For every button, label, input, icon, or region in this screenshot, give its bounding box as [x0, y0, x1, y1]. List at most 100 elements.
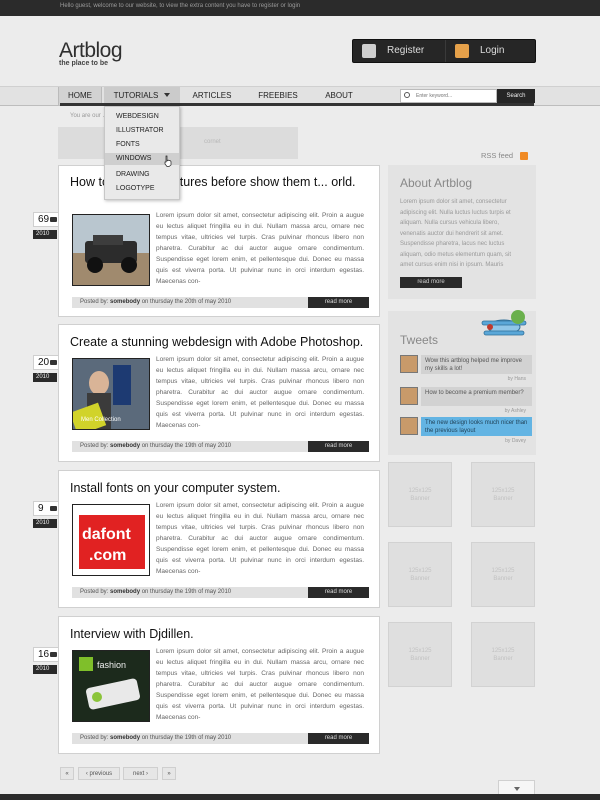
post-footer: Posted by: somebody on thursday the 19th…: [72, 441, 369, 452]
post-footer: Posted by: somebody on thursday the 19th…: [72, 733, 369, 744]
banner-size: 125x125: [491, 648, 515, 654]
post-date-text: on thursday the 19th of may 2010: [141, 443, 232, 449]
logo-title: Artblog: [59, 39, 123, 62]
avatar[interactable]: [400, 387, 418, 405]
post-thumbnail[interactable]: dafont .com: [72, 504, 150, 576]
post-meta: Posted by: somebody on thursday the 20th…: [80, 299, 231, 305]
post-thumbnail[interactable]: [72, 214, 150, 286]
banner-size: 125x125: [408, 648, 432, 654]
post-date: 16 2010: [33, 647, 61, 674]
dropdown-item-fonts[interactable]: FONTS: [105, 139, 179, 151]
logo[interactable]: Artblog the place to be: [59, 39, 123, 68]
comments-icon: [50, 217, 57, 222]
search-icon: [404, 92, 410, 98]
search-button[interactable]: Search: [497, 89, 535, 103]
dropdown-item-logotype[interactable]: LOGOTYPE: [105, 183, 179, 195]
about-widget: About Artblog Lorem ipsum dolor sit amet…: [388, 165, 536, 299]
jeep-image: [73, 215, 149, 285]
post-excerpt: Lorem ipsum dolor sit amet, consectetur …: [156, 356, 364, 429]
post-thumbnail[interactable]: Men Collection: [72, 358, 150, 430]
login-users-icon: [455, 44, 469, 58]
post-author[interactable]: somebody: [110, 299, 140, 305]
read-more-button[interactable]: read more: [308, 733, 369, 744]
chevron-down-icon: [164, 93, 171, 97]
dropdown-item-illustrator[interactable]: ILLUSTRATOR: [105, 125, 179, 137]
read-more-button[interactable]: read more: [308, 441, 369, 452]
register-icon: [362, 44, 376, 58]
tweets-title: Tweets: [400, 333, 439, 347]
banner-size: 125x125: [491, 488, 515, 494]
banner-ad[interactable]: 125x125 Banner: [388, 462, 452, 527]
post-thumbnail[interactable]: fashion: [72, 650, 150, 722]
login-button[interactable]: Login: [445, 40, 537, 62]
banner-ad[interactable]: 125x125 Banner: [471, 622, 535, 687]
register-button[interactable]: Register: [353, 40, 445, 62]
post-date: 69 2010: [33, 212, 61, 239]
banner-ad[interactable]: 125x125 Banner: [388, 622, 452, 687]
post-title[interactable]: Create a stunning webdesign with Adobe P…: [70, 335, 370, 350]
top-bar: Hello guest, welcome to our website, to …: [0, 0, 600, 16]
thumb-label: Men Collection: [81, 417, 121, 423]
post-day-number: 16: [38, 649, 50, 660]
dropdown-item-drawing[interactable]: DRAWING: [105, 169, 179, 181]
post-excerpt: Lorem ipsum dolor sit amet, consectetur …: [156, 648, 364, 721]
banner-ad[interactable]: 125x125 Banner: [388, 542, 452, 607]
post-title[interactable]: Interview with Djdillen.: [70, 627, 370, 642]
thumb-label: fashion: [97, 660, 126, 670]
first-page-button[interactable]: «: [60, 767, 74, 780]
post-card: Create a stunning webdesign with Adobe P…: [58, 324, 380, 462]
post-day-number: 20: [38, 357, 50, 368]
airplane-icon: [481, 310, 527, 336]
avatar[interactable]: [400, 355, 418, 373]
post-title[interactable]: Install fonts on your computer system.: [70, 481, 370, 496]
about-title: About Artblog: [400, 176, 473, 190]
post-author[interactable]: somebody: [110, 589, 140, 595]
banner-ad[interactable]: 125x125 Banner: [471, 462, 535, 527]
banner-size: 125x125: [491, 568, 515, 574]
avatar[interactable]: [400, 417, 418, 435]
tweet-author[interactable]: by Davey: [505, 438, 526, 444]
tweet-text: Wow this artblog helped me improve my sk…: [421, 355, 532, 374]
post-day-number: 9: [38, 503, 44, 514]
post-day: 9: [33, 501, 61, 516]
tweet-item: The new design looks much nicer than the…: [400, 417, 532, 447]
banner-label: Banner: [410, 656, 430, 662]
thumb-line1: dafont: [82, 526, 132, 543]
post-year: 2010: [33, 373, 57, 382]
post-date-text: on thursday the 19th of may 2010: [141, 589, 232, 595]
rss-feed-link[interactable]: RSS feed: [481, 151, 513, 160]
chevron-down-icon: [514, 787, 520, 791]
post-date-text: on thursday the 19th of may 2010: [141, 735, 232, 741]
user-box: Register Login: [352, 39, 536, 63]
search-input[interactable]: [400, 89, 497, 103]
fashion-image: fashion: [73, 651, 149, 721]
post-day-number: 69: [38, 214, 50, 225]
tweet-author[interactable]: by Hans: [508, 376, 526, 382]
banner-ad[interactable]: 125x125 Banner: [471, 542, 535, 607]
tweet-author[interactable]: by Ashley: [505, 408, 526, 414]
comments-icon: [50, 506, 57, 511]
thumb-line2: .com: [89, 547, 126, 564]
post-author[interactable]: somebody: [110, 443, 140, 449]
post-meta: Posted by: somebody on thursday the 19th…: [80, 735, 231, 741]
read-more-button[interactable]: read more: [308, 587, 369, 598]
post-footer: Posted by: somebody on thursday the 19th…: [72, 587, 369, 598]
post-date-text: on thursday the 20th of may 2010: [141, 299, 232, 305]
posted-by-label: Posted by:: [80, 589, 109, 595]
rss-icon[interactable]: [520, 152, 528, 160]
read-more-button[interactable]: read more: [308, 297, 369, 308]
post-meta: Posted by: somebody on thursday the 19th…: [80, 589, 231, 595]
dafont-image: dafont .com: [73, 505, 149, 575]
post-year: 2010: [33, 230, 57, 239]
last-page-button[interactable]: »: [162, 767, 176, 780]
hand-cursor-icon: [164, 155, 172, 167]
banner-label: Banner: [410, 576, 430, 582]
next-page-button[interactable]: next ›: [123, 767, 158, 780]
banner-size: 125x125: [408, 488, 432, 494]
post-day: 69: [33, 212, 61, 227]
previous-page-button[interactable]: ‹ previous: [78, 767, 120, 780]
post-year: 2010: [33, 519, 57, 528]
post-author[interactable]: somebody: [110, 735, 140, 741]
about-read-more-button[interactable]: read more: [400, 277, 462, 288]
dropdown-item-webdesign[interactable]: WEBDESIGN: [105, 111, 179, 123]
